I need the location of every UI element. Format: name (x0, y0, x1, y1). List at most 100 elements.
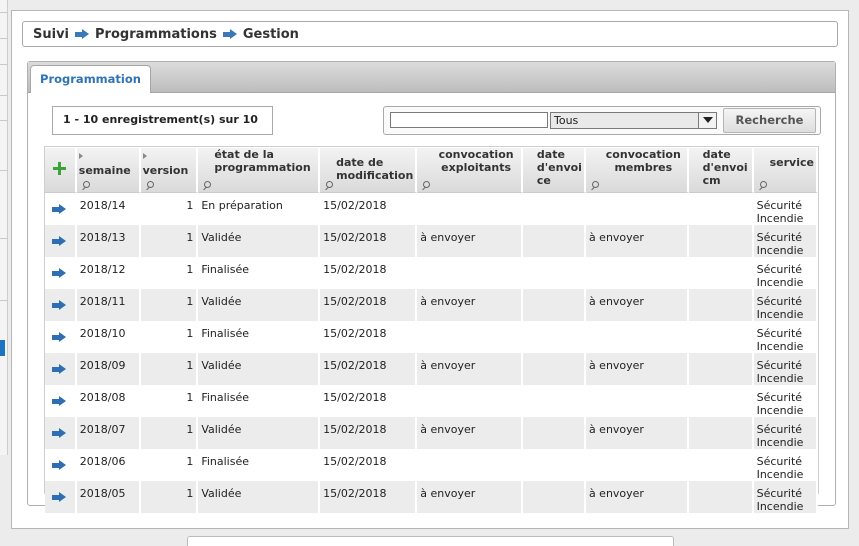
background-window-fragment (187, 536, 674, 546)
arrow-right-icon[interactable] (52, 396, 66, 406)
search-button[interactable]: Recherche (723, 108, 816, 133)
cell-date-envoi-cm (689, 321, 754, 353)
background-divider (0, 64, 8, 65)
arrow-right-icon[interactable] (52, 364, 66, 374)
cell-date-modif: 15/02/2018 (320, 289, 418, 321)
cell-service: Sécurité Incendie (753, 481, 818, 513)
table-row[interactable]: 2018/12 1 Finalisée 15/02/2018 Sécurité Ince… (45, 257, 818, 289)
cell-date-modif: 15/02/2018 (320, 225, 418, 257)
arrow-right-icon[interactable] (52, 332, 66, 342)
search-bar: Tous Recherche (383, 106, 821, 135)
cell-conv-membres: à envoyer (585, 225, 689, 257)
cell-etat: Finalisée (198, 257, 321, 289)
breadcrumb-item-gestion: Gestion (242, 26, 299, 42)
cell-date-envoi-ce (523, 449, 586, 481)
column-header-version[interactable]: version (140, 148, 199, 193)
cell-semaine: 2018/14 (77, 193, 141, 225)
column-header-etat[interactable]: état de la programmation (198, 148, 321, 193)
cell-date-envoi-cm (689, 257, 754, 289)
arrow-right-icon[interactable] (52, 204, 66, 214)
table-row[interactable]: 2018/05 1 Validée 15/02/2018 à envoyer à envo… (45, 481, 818, 513)
magnifier-icon[interactable] (758, 181, 767, 190)
magnifier-icon[interactable] (145, 181, 154, 190)
search-input[interactable] (390, 112, 548, 128)
cell-version: 1 (141, 321, 199, 353)
cell-version: 1 (140, 225, 199, 257)
chevron-down-icon[interactable] (698, 113, 716, 128)
magnifier-icon[interactable] (202, 181, 212, 190)
programmation-dialog: Suivi Programmations Gestion Programmati… (11, 10, 849, 529)
column-header-service[interactable]: service (753, 148, 818, 193)
sort-triangle-icon[interactable] (78, 153, 83, 159)
magnifier-icon[interactable] (421, 181, 431, 190)
cell-date-envoi-cm (688, 353, 754, 385)
cell-conv-membres: à envoyer (585, 481, 689, 513)
cell-conv-exploitants (417, 449, 523, 481)
cell-version: 1 (140, 481, 199, 513)
breadcrumb: Suivi Programmations Gestion (22, 21, 838, 47)
cell-service: Sécurité Incendie (754, 321, 818, 353)
magnifier-icon[interactable] (81, 181, 90, 190)
arrow-right-icon[interactable] (52, 268, 66, 278)
programmation-table: semaine version état de la programmation… (44, 146, 819, 513)
cell-conv-membres (586, 193, 689, 225)
tab-bar: Programmation (28, 62, 835, 93)
table-row[interactable]: 2018/13 1 Validée 15/02/2018 à envoyer à envo… (45, 225, 818, 257)
cell-conv-exploitants: à envoyer (417, 417, 523, 449)
cell-date-modif: 15/02/2018 (320, 385, 418, 417)
cell-service: Sécurité Incendie (754, 385, 818, 417)
column-header-date-modification[interactable]: date de modification (320, 148, 418, 193)
cell-conv-exploitants (417, 385, 523, 417)
column-header-semaine[interactable]: semaine (76, 148, 141, 193)
arrow-right-icon[interactable] (52, 460, 66, 470)
cell-etat: En préparation (198, 193, 321, 225)
cell-service: Sécurité Incendie (753, 225, 818, 257)
cell-service: Sécurité Incendie (753, 417, 818, 449)
cell-semaine: 2018/12 (77, 257, 141, 289)
cell-date-envoi-cm (688, 225, 754, 257)
cell-date-envoi-cm (689, 193, 754, 225)
arrow-right-icon[interactable] (52, 428, 66, 438)
breadcrumb-item-programmations[interactable]: Programmations (95, 27, 217, 42)
row-action-cell (45, 225, 77, 257)
cell-conv-membres (586, 449, 689, 481)
row-action-cell (45, 257, 77, 289)
cell-conv-exploitants (417, 193, 523, 225)
table-row[interactable]: 2018/08 1 Finalisée 15/02/2018 Sécurité Ince… (45, 385, 818, 417)
sort-triangle-icon[interactable] (142, 153, 147, 159)
arrow-right-icon[interactable] (52, 300, 66, 310)
cell-date-envoi-ce (522, 417, 586, 449)
arrow-right-icon[interactable] (52, 236, 66, 246)
breadcrumb-item-suivi[interactable]: Suivi (33, 27, 69, 42)
cell-date-envoi-ce (522, 289, 586, 321)
row-action-cell (45, 193, 77, 225)
cell-date-envoi-cm (689, 449, 754, 481)
column-header-convocation-exploitants[interactable]: convocation exploitants (417, 148, 523, 193)
table-row[interactable]: 2018/09 1 Validée 15/02/2018 à envoyer à envo… (45, 353, 818, 385)
cell-semaine: 2018/06 (77, 449, 141, 481)
filter-select[interactable]: Tous (550, 112, 717, 129)
background-divider (0, 170, 8, 171)
cell-date-modif: 15/02/2018 (320, 417, 418, 449)
table-row[interactable]: 2018/07 1 Validée 15/02/2018 à envoyer à envo… (45, 417, 818, 449)
magnifier-icon[interactable] (590, 181, 599, 190)
cell-service: Sécurité Incendie (753, 353, 818, 385)
tab-programmation[interactable]: Programmation (30, 65, 151, 93)
cell-etat: Validée (198, 417, 321, 449)
table-row[interactable]: 2018/11 1 Validée 15/02/2018 à envoyer à envo… (45, 289, 818, 321)
column-header-date-envoi-ce[interactable]: date d'envoice (522, 148, 586, 193)
column-header-convocation-membres[interactable]: convocation membres (585, 148, 689, 193)
cell-date-envoi-ce (522, 225, 586, 257)
arrow-right-icon[interactable] (52, 492, 66, 502)
table-row[interactable]: 2018/10 1 Finalisée 15/02/2018 Sécurité Ince… (45, 321, 818, 353)
cell-date-modif: 15/02/2018 (320, 449, 418, 481)
cell-service: Sécurité Incendie (753, 289, 818, 321)
cell-semaine: 2018/10 (77, 321, 141, 353)
cell-etat: Finalisée (198, 321, 321, 353)
cell-conv-membres (586, 385, 689, 417)
column-header-date-envoi-cm[interactable]: date d'envoicm (688, 148, 754, 193)
plus-icon[interactable] (53, 162, 66, 175)
table-row[interactable]: 2018/14 1 En préparation 15/02/2018 Sécurité… (45, 193, 818, 225)
table-row[interactable]: 2018/06 1 Finalisée 15/02/2018 Sécurité Ince… (45, 449, 818, 481)
magnifier-icon[interactable] (324, 181, 334, 190)
